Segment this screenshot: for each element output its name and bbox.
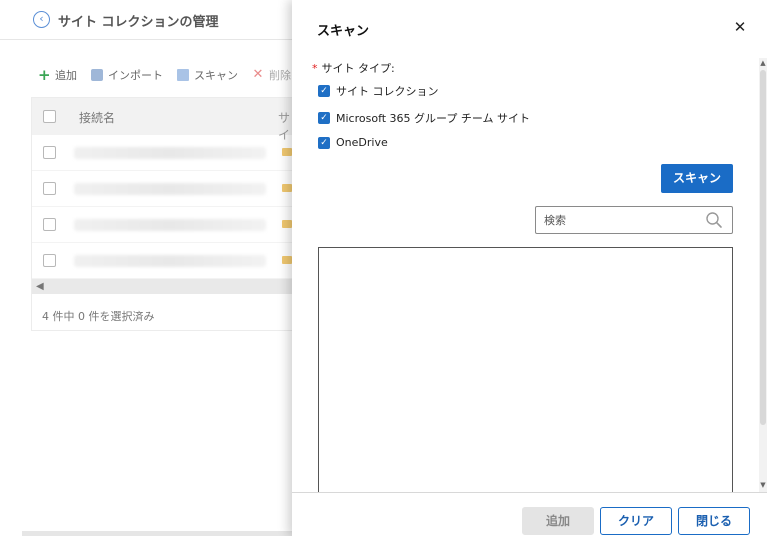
folder-icon bbox=[282, 184, 292, 192]
plus-icon: + bbox=[38, 66, 51, 84]
required-mark: * bbox=[312, 62, 318, 75]
page-title: サイト コレクションの管理 bbox=[58, 15, 219, 30]
checkbox-site-collection[interactable]: ✓ サイト コレクション bbox=[318, 83, 439, 99]
checkmark-icon[interactable]: ✓ bbox=[318, 112, 330, 124]
search-input[interactable] bbox=[536, 207, 701, 233]
toolbar-import-label: インポート bbox=[108, 69, 163, 82]
back-arrow-icon[interactable]: ‹ bbox=[33, 11, 50, 28]
row-checkbox[interactable] bbox=[43, 254, 56, 267]
select-all-checkbox[interactable] bbox=[43, 110, 56, 123]
row-checkbox[interactable] bbox=[43, 182, 56, 195]
folder-icon bbox=[282, 220, 292, 228]
blurred-cell bbox=[74, 255, 266, 267]
toolbar-import-button[interactable]: インポート bbox=[91, 67, 163, 83]
toolbar-scan-button[interactable]: スキャン bbox=[177, 67, 238, 83]
close-icon[interactable]: ✕ bbox=[733, 18, 747, 36]
column-header-name[interactable]: 接続名 bbox=[79, 109, 115, 126]
checkbox-label: OneDrive bbox=[336, 136, 388, 149]
checkmark-icon[interactable]: ✓ bbox=[318, 136, 330, 149]
checkbox-onedrive[interactable]: ✓ OneDrive bbox=[318, 136, 388, 149]
close-button[interactable]: 閉じる bbox=[678, 507, 750, 535]
scroll-down-icon[interactable]: ▼ bbox=[759, 480, 767, 490]
toolbar-add-button[interactable]: + 追加 bbox=[38, 67, 77, 83]
import-icon bbox=[91, 69, 103, 81]
panel-footer: 追加 クリア 閉じる bbox=[292, 492, 767, 536]
checkmark-icon[interactable]: ✓ bbox=[318, 85, 330, 97]
scan-results-list[interactable] bbox=[318, 247, 733, 499]
checkbox-m365-group-team-site[interactable]: ✓ Microsoft 365 グループ チーム サイト bbox=[318, 110, 530, 126]
row-checkbox[interactable] bbox=[43, 146, 56, 159]
table-header: 接続名 サイ bbox=[32, 98, 292, 142]
folder-icon bbox=[282, 148, 292, 156]
panel-vertical-scrollbar[interactable]: ▲ ▼ bbox=[759, 58, 767, 492]
page-header: ‹ サイト コレクションの管理 bbox=[0, 0, 300, 40]
clear-button[interactable]: クリア bbox=[600, 507, 672, 535]
checkbox-label: Microsoft 365 グループ チーム サイト bbox=[336, 112, 531, 125]
scan-button[interactable]: スキャン bbox=[661, 164, 733, 193]
toolbar-scan-label: スキャン bbox=[194, 69, 238, 82]
blurred-cell bbox=[74, 219, 266, 231]
table-row[interactable] bbox=[32, 207, 292, 243]
table-row[interactable] bbox=[32, 243, 292, 279]
toolbar-delete-button[interactable]: ✕ 削除 bbox=[252, 67, 291, 83]
scrollbar-thumb[interactable] bbox=[760, 70, 766, 425]
blurred-cell bbox=[74, 147, 266, 159]
panel-title: スキャン bbox=[317, 24, 370, 39]
delete-x-icon: ✕ bbox=[252, 67, 264, 82]
scan-panel: スキャン ✕ * サイト タイプ: ✓ サイト コレクション ✓ Microsof… bbox=[292, 0, 767, 536]
page-horizontal-scrollbar[interactable] bbox=[22, 531, 292, 536]
document-icon bbox=[177, 69, 189, 81]
checkbox-label: サイト コレクション bbox=[336, 85, 439, 98]
site-type-label: * サイト タイプ: bbox=[312, 60, 395, 76]
toolbar-delete-label: 削除 bbox=[269, 69, 291, 82]
table-row[interactable] bbox=[32, 135, 292, 171]
site-type-label-text: サイト タイプ: bbox=[321, 62, 395, 75]
folder-icon bbox=[282, 256, 292, 264]
toolbar-add-label: 追加 bbox=[55, 69, 77, 82]
selection-count: 4 件中 0 件を選択済み bbox=[42, 310, 155, 323]
add-button[interactable]: 追加 bbox=[522, 507, 594, 535]
connections-table: 接続名 サイ ◀ 4 件中 0 件を選択済み bbox=[31, 97, 293, 331]
search-icon[interactable] bbox=[705, 211, 723, 229]
blurred-cell bbox=[74, 183, 266, 195]
search-box[interactable] bbox=[535, 206, 733, 234]
toolbar: + 追加 インポート スキャン ✕ 削除 bbox=[38, 66, 305, 84]
scroll-left-icon[interactable]: ◀ bbox=[36, 279, 44, 294]
horizontal-scrollbar[interactable]: ◀ bbox=[32, 279, 292, 294]
row-checkbox[interactable] bbox=[43, 218, 56, 231]
table-row[interactable] bbox=[32, 171, 292, 207]
scroll-up-icon[interactable]: ▲ bbox=[759, 58, 767, 68]
